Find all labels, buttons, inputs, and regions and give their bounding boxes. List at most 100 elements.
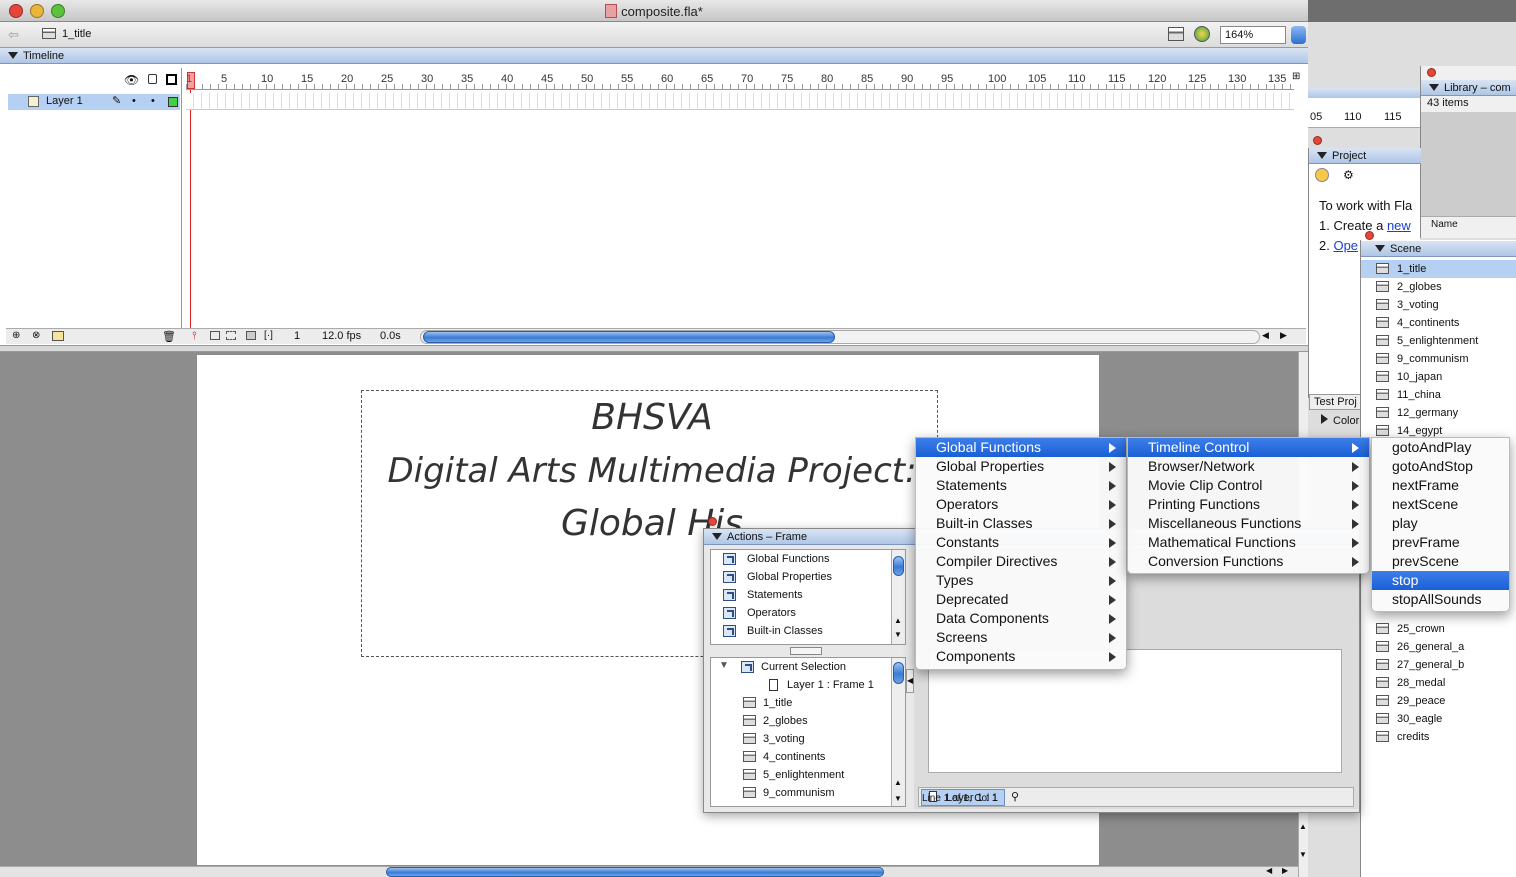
toolbox-scroll-down-icon[interactable]: ▼ xyxy=(894,630,902,639)
layer-name[interactable]: Layer 1 xyxy=(46,95,83,107)
outline-color-swatch[interactable] xyxy=(168,97,178,107)
toolbox-scroll-thumb[interactable] xyxy=(893,556,904,576)
current-selection-item[interactable]: Current Selection xyxy=(741,658,846,676)
navigator-scrollbar[interactable]: ▲ ▼ xyxy=(891,658,905,806)
edit-multiple-frames-icon[interactable] xyxy=(246,331,256,340)
toolbox-splitter[interactable] xyxy=(790,647,822,655)
scene-item[interactable]: 30_eagle xyxy=(1361,710,1516,728)
scene-item[interactable]: 25_crown xyxy=(1361,620,1516,638)
menu-item[interactable]: play xyxy=(1372,514,1509,533)
navigator-scene-item[interactable]: 2_globes xyxy=(741,712,808,730)
scene-item[interactable]: 28_medal xyxy=(1361,674,1516,692)
timeline-h-scrollbar[interactable] xyxy=(420,330,1260,344)
scene-item[interactable]: 11_china xyxy=(1361,386,1516,404)
zoom-input[interactable]: 164% xyxy=(1220,26,1286,44)
expand-triangle-icon[interactable] xyxy=(1321,414,1328,424)
menu-item[interactable]: Deprecated xyxy=(916,590,1126,609)
collapse-pane-icon[interactable]: ◀ xyxy=(906,669,914,693)
toolbox-category[interactable]: Built-in Classes xyxy=(723,622,823,640)
menu-item[interactable]: Compiler Directives xyxy=(916,552,1126,571)
menu-item[interactable]: gotoAndStop xyxy=(1372,457,1509,476)
eye-icon[interactable]: 👁 xyxy=(124,73,139,87)
layer-row[interactable]: Layer 1 ✎ • • xyxy=(8,94,180,110)
scene-item[interactable]: 5_enlightenment xyxy=(1361,332,1516,350)
test-project-button[interactable]: Test Proj xyxy=(1309,394,1361,410)
collapse-triangle-icon[interactable] xyxy=(1317,152,1327,159)
scene-header[interactable]: Scene xyxy=(1361,241,1516,257)
delete-layer-icon[interactable]: 🗑 xyxy=(162,330,176,343)
menu-item[interactable]: prevScene xyxy=(1372,552,1509,571)
menu-item[interactable]: Data Components xyxy=(916,609,1126,628)
library-header[interactable]: Library – com xyxy=(1421,80,1516,96)
navigator-scene-item[interactable]: 9_communism xyxy=(741,784,835,802)
navigator-scene-item[interactable]: 4_continents xyxy=(741,748,825,766)
scene-item[interactable]: 29_peace xyxy=(1361,692,1516,710)
scene-item[interactable]: 10_japan xyxy=(1361,368,1516,386)
collapse-triangle-icon[interactable] xyxy=(712,533,722,540)
project-new-icon[interactable] xyxy=(1315,168,1329,182)
insert-folder-icon[interactable] xyxy=(52,331,64,341)
scene-item[interactable]: 1_title xyxy=(1361,260,1516,278)
stage-scroll-right-icon[interactable]: ▶ xyxy=(1282,866,1288,875)
menu-item[interactable]: Built-in Classes xyxy=(916,514,1126,533)
menu-item[interactable]: Timeline Control xyxy=(1128,438,1369,457)
navigator-scene-item[interactable]: 3_voting xyxy=(741,730,805,748)
project-settings-icon[interactable]: ⚙ xyxy=(1343,168,1354,182)
menu-item[interactable]: Statements xyxy=(916,476,1126,495)
outline-icon[interactable] xyxy=(166,74,177,85)
menu-item[interactable]: Printing Functions xyxy=(1128,495,1369,514)
stage-h-scrollbar[interactable]: ◀ ▶ xyxy=(0,866,1298,877)
menu-item[interactable]: stopAllSounds xyxy=(1372,590,1509,609)
scene-item[interactable]: 27_general_b xyxy=(1361,656,1516,674)
scroll-left-icon[interactable]: ◀ xyxy=(1262,330,1269,341)
navigator-scene-item[interactable]: 5_enlightenment xyxy=(741,766,844,784)
menu-item[interactable]: Conversion Functions xyxy=(1128,552,1369,571)
visible-dot[interactable]: • xyxy=(132,95,136,107)
frame-view-menu-icon[interactable]: ⊞ xyxy=(1292,71,1300,82)
actions-close-button[interactable] xyxy=(708,517,717,526)
toolbox-scroll-up-icon[interactable]: ▲ xyxy=(894,616,902,625)
toolbox-category[interactable]: Global Functions xyxy=(723,550,830,568)
stage-scroll-left-icon[interactable]: ◀ xyxy=(1266,866,1272,875)
navigator-scene-item[interactable]: 1_title xyxy=(741,694,792,712)
menu-item[interactable]: Movie Clip Control xyxy=(1128,476,1369,495)
edit-symbol-icon[interactable] xyxy=(1194,26,1210,42)
expand-triangle-icon[interactable]: ▼ xyxy=(719,660,729,671)
menu-item[interactable]: Global Functions xyxy=(916,438,1126,457)
project-close-button[interactable] xyxy=(1313,136,1322,145)
library-close-button[interactable] xyxy=(1427,68,1436,77)
frame-rate[interactable]: 12.0 fps xyxy=(322,330,361,342)
toolbox-category[interactable]: Statements xyxy=(723,586,803,604)
new-project-link[interactable]: new xyxy=(1387,218,1411,233)
stage-scroll-thumb[interactable] xyxy=(386,867,884,877)
edit-scene-icon[interactable] xyxy=(1168,27,1184,41)
menu-item[interactable]: Constants xyxy=(916,533,1126,552)
color-panel-header[interactable]: Color xyxy=(1309,412,1361,430)
menu-item[interactable]: Components xyxy=(916,647,1126,666)
stage-scroll-up-icon[interactable]: ▲ xyxy=(1299,822,1307,831)
navigator-scroll-up-icon[interactable]: ▲ xyxy=(894,778,902,787)
menu-item[interactable]: nextScene xyxy=(1372,495,1509,514)
menu-item[interactable]: prevFrame xyxy=(1372,533,1509,552)
scene-close-button[interactable] xyxy=(1365,231,1374,240)
scene-item[interactable]: 9_communism xyxy=(1361,350,1516,368)
onion-outlines-icon[interactable] xyxy=(226,331,236,340)
menu-item[interactable]: Mathematical Functions xyxy=(1128,533,1369,552)
modify-onion-markers-icon[interactable]: [·] xyxy=(264,330,273,341)
scene-item[interactable]: 2_globes xyxy=(1361,278,1516,296)
collapse-triangle-icon[interactable] xyxy=(1429,84,1439,91)
library-name-column[interactable]: Name xyxy=(1421,216,1516,232)
menu-item[interactable]: Screens xyxy=(916,628,1126,647)
navigator-scroll-down-icon[interactable]: ▼ xyxy=(894,794,902,803)
lock-icon[interactable] xyxy=(148,74,157,84)
add-motion-guide-icon[interactable]: ⊗ xyxy=(32,330,40,341)
menu-item[interactable]: Browser/Network xyxy=(1128,457,1369,476)
menu-item[interactable]: Global Properties xyxy=(916,457,1126,476)
back-arrow-icon[interactable]: ⇦ xyxy=(8,27,19,43)
frame-reference-item[interactable]: Layer 1 : Frame 1 xyxy=(767,676,874,694)
toolbox-scrollbar[interactable]: ▲ ▼ xyxy=(891,550,905,644)
insert-layer-icon[interactable]: ⊕ xyxy=(12,330,20,341)
menu-item[interactable]: nextFrame xyxy=(1372,476,1509,495)
open-project-link[interactable]: Ope xyxy=(1333,238,1358,253)
scene-item[interactable]: 4_continents xyxy=(1361,314,1516,332)
